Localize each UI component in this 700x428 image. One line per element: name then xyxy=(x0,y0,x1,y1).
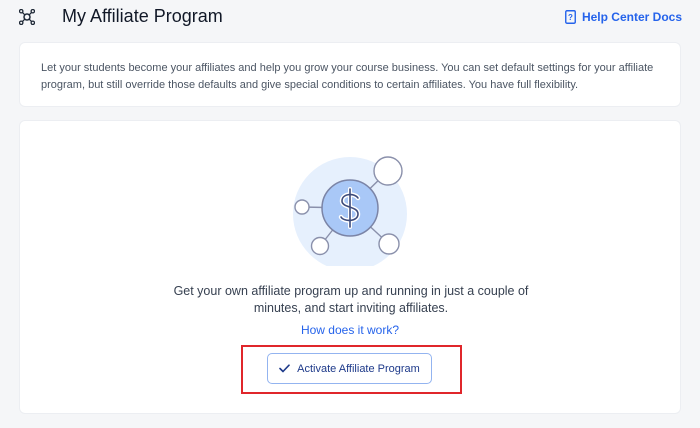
activation-card: Get your own affiliate program up and ru… xyxy=(19,120,681,414)
help-center-docs-link[interactable]: ? Help Center Docs xyxy=(565,10,682,24)
page-header: My Affiliate Program ? Help Center Docs xyxy=(18,0,682,36)
intro-card: Let your students become your affiliates… xyxy=(19,42,681,107)
activate-button-label: Activate Affiliate Program xyxy=(297,362,420,375)
document-question-icon: ? xyxy=(565,10,576,24)
activation-description: Get your own affiliate program up and ru… xyxy=(173,284,529,315)
dollar-network-illustration xyxy=(293,156,407,266)
activate-affiliate-program-button[interactable]: Activate Affiliate Program xyxy=(267,353,432,384)
svg-text:?: ? xyxy=(568,13,573,22)
help-center-docs-label: Help Center Docs xyxy=(581,10,682,24)
page-title: My Affiliate Program xyxy=(62,6,223,26)
check-icon xyxy=(279,364,290,373)
intro-description: Let your students become your affiliates… xyxy=(41,62,654,91)
affiliate-network-icon xyxy=(19,9,35,25)
how-does-it-work-link[interactable]: How does it work? xyxy=(20,323,680,337)
